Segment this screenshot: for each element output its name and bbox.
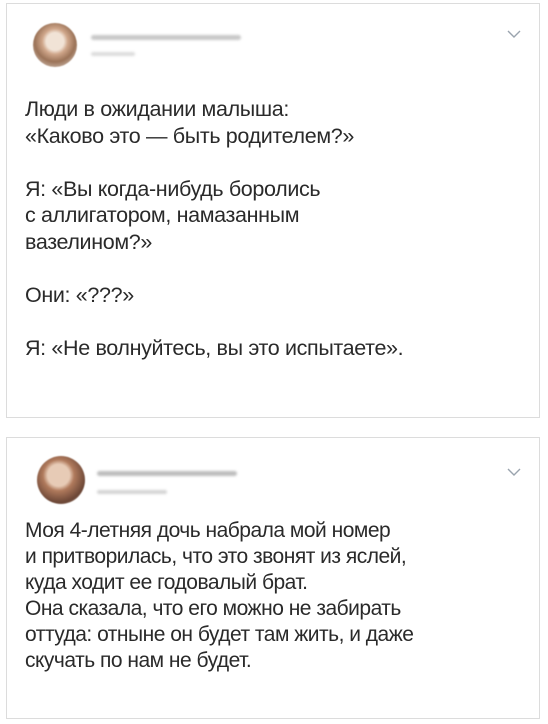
chevron-down-icon[interactable] xyxy=(505,466,523,478)
author-name-blurred[interactable] xyxy=(97,471,237,476)
avatar[interactable] xyxy=(37,456,85,504)
chevron-down-icon[interactable] xyxy=(505,28,523,40)
author-handle-blurred xyxy=(97,490,167,494)
author-handle-blurred xyxy=(91,52,135,56)
avatar[interactable] xyxy=(33,23,77,67)
author-name-blurred[interactable] xyxy=(91,35,241,40)
tweet-card-1: Люди в ожидании малыша: «Каково это — бы… xyxy=(6,3,540,418)
tweet-text: Люди в ожидании малыша: «Каково это — бы… xyxy=(25,97,404,360)
tweet-card-2: Моя 4-летняя дочь набрала мой номер и пр… xyxy=(6,437,540,719)
tweet-text: Моя 4-летняя дочь набрала мой номер и пр… xyxy=(25,519,414,672)
